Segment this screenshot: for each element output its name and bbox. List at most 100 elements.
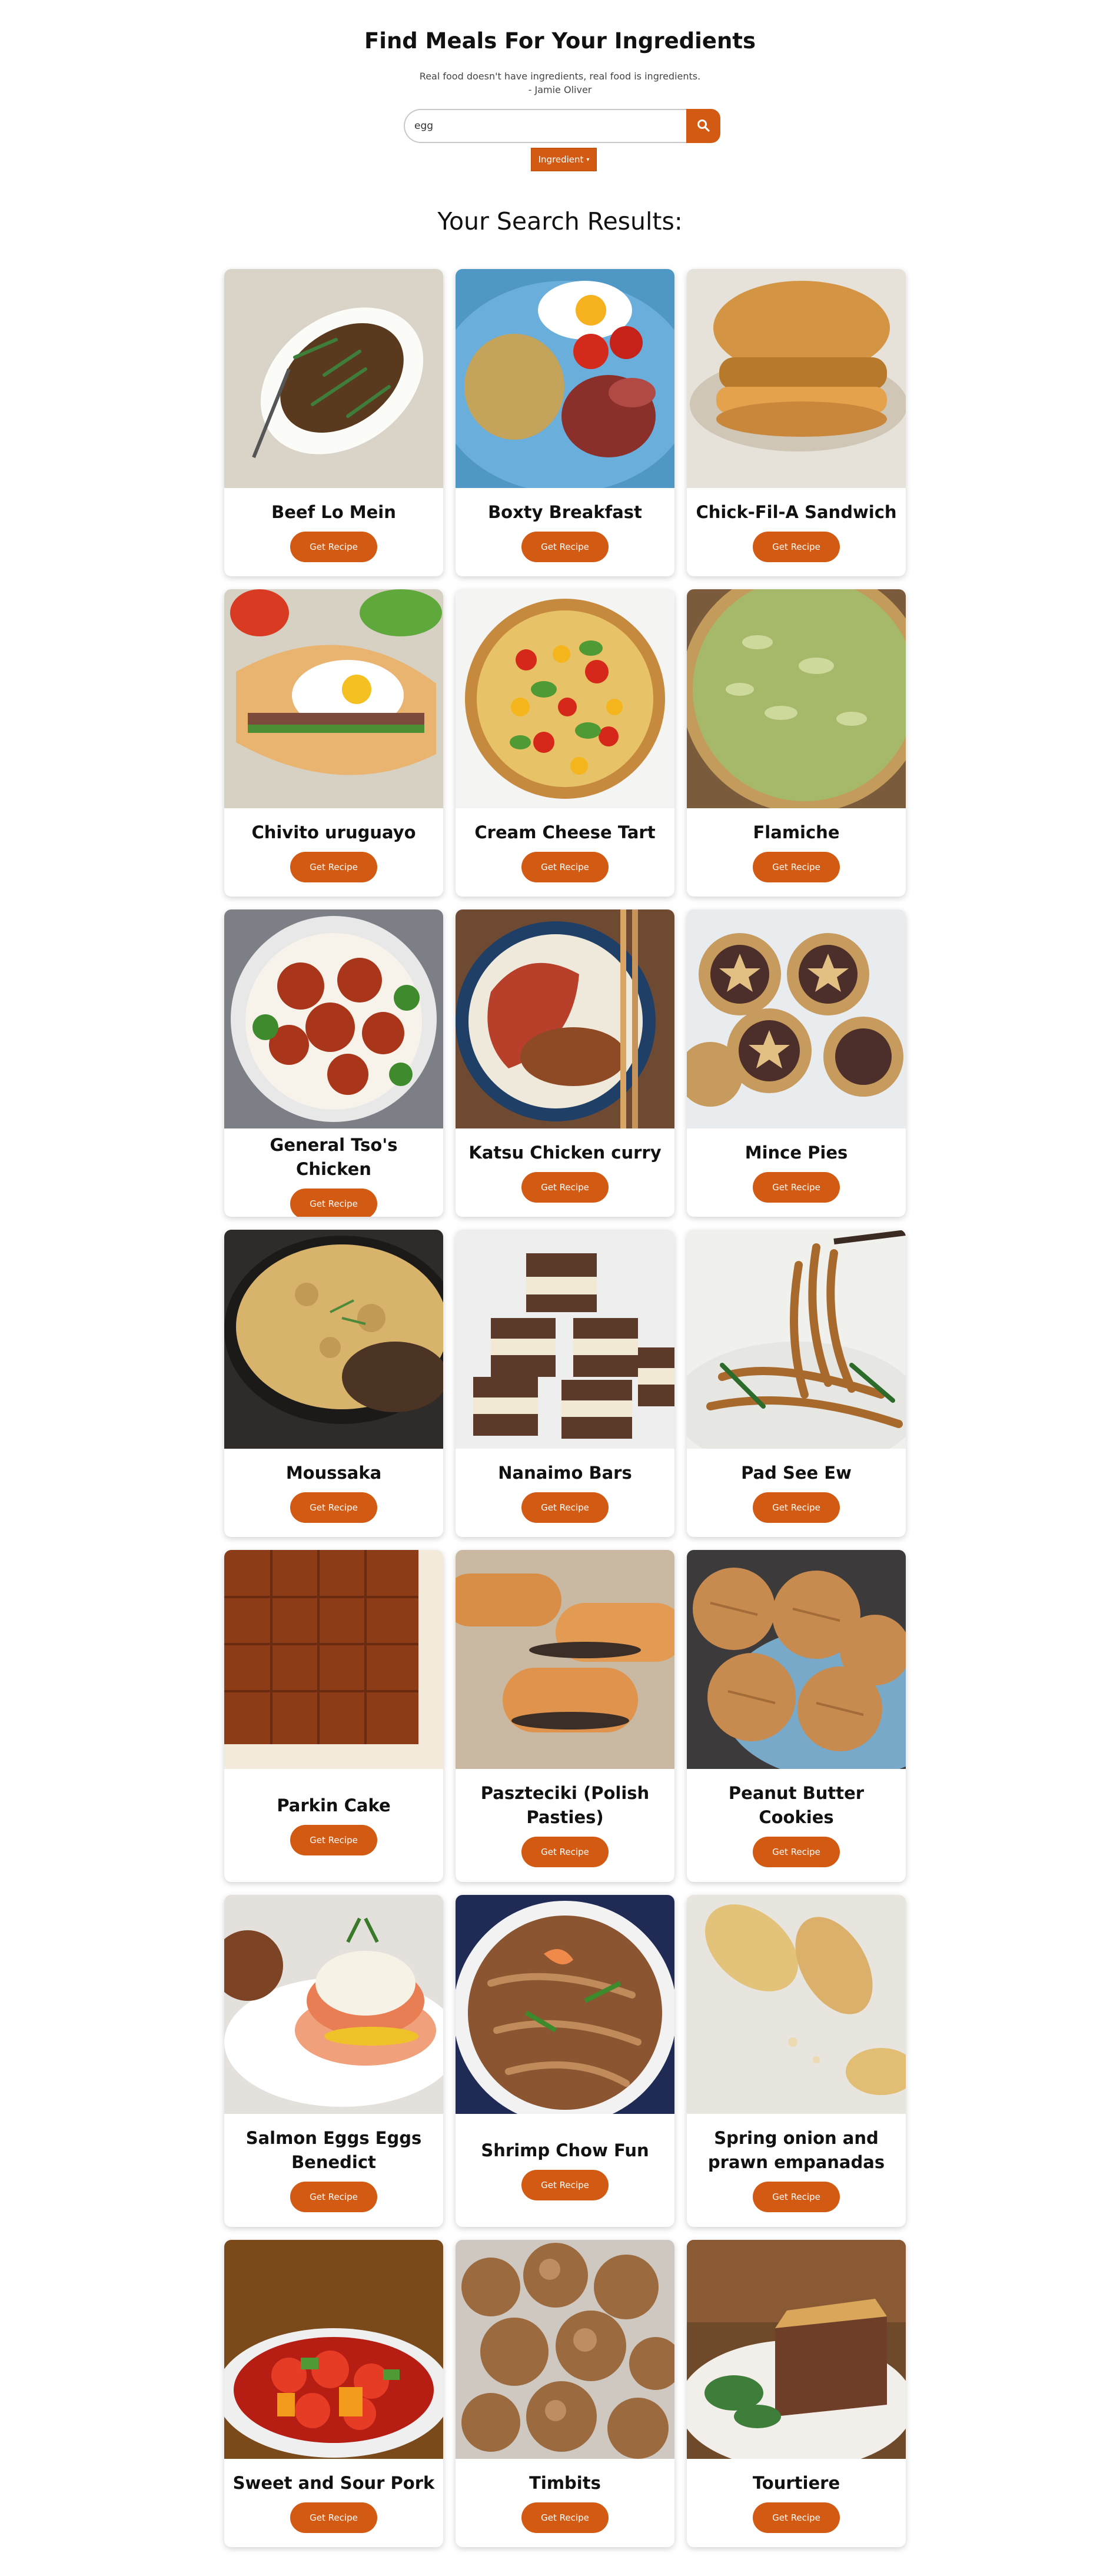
get-recipe-button[interactable]: Get Recipe (290, 1824, 377, 1855)
recipe-title: Chick-Fil-A Sandwich (696, 502, 897, 522)
recipe-title: Boxty Breakfast (488, 502, 642, 522)
search-icon (696, 118, 710, 134)
recipe-title: Katsu Chicken curry (468, 1142, 662, 1163)
recipe-title: Chivito uruguayo (251, 822, 416, 842)
results-row: Moussaka Get Recipe Nanaimo Bars Get Recip… (224, 1230, 906, 1537)
recipe-card: Chick-Fil-A Sandwich Get Recipe (687, 269, 906, 576)
recipe-card: Spring onion and prawn empanadas Get Reci… (687, 1895, 906, 2227)
chivito-uruguayo-photo (224, 589, 443, 808)
get-recipe-button[interactable]: Get Recipe (521, 1492, 609, 1523)
recipe-card: Cream Cheese Tart Get Recipe (456, 589, 674, 897)
recipe-card-body: Paszteciki (Polish Pasties) Get Recipe (456, 1769, 674, 1882)
get-recipe-button[interactable]: Get Recipe (521, 531, 609, 562)
recipe-card: Peanut Butter Cookies Get Recipe (687, 1550, 906, 1882)
recipe-card: Sweet and Sour Pork Get Recipe (224, 2240, 443, 2547)
recipe-card-body: Spring onion and prawn empanadas Get Reci… (687, 2114, 906, 2227)
get-recipe-button[interactable]: Get Recipe (753, 1837, 840, 1867)
recipe-title: General Tso's Chicken (270, 1135, 398, 1179)
sweet-and-sour-pork-photo (224, 2240, 443, 2459)
get-recipe-button[interactable]: Get Recipe (521, 2502, 609, 2533)
tourtiere-photo (687, 2240, 906, 2459)
paszteciki-photo (456, 1550, 674, 1769)
quote-text: Real food doesn't have ingredients, real… (419, 71, 701, 82)
moussaka-photo (224, 1230, 443, 1449)
get-recipe-button[interactable]: Get Recipe (753, 1171, 840, 1203)
timbits-photo (456, 2240, 674, 2459)
spring-onion-prawn-empanadas-photo (687, 1895, 906, 2114)
recipe-title: Paszteciki (Polish Pasties) (480, 1783, 650, 1827)
recipe-card: Nanaimo Bars Get Recipe (456, 1230, 674, 1537)
recipe-card-body: Chivito uruguayo Get Recipe (224, 808, 443, 897)
general-tsos-chicken-photo (224, 909, 443, 1128)
get-recipe-button[interactable]: Get Recipe (753, 2182, 840, 2212)
results-row: Chivito uruguayo Get Recipe Cream Cheese … (224, 589, 906, 897)
recipe-title: Mince Pies (745, 1142, 848, 1163)
recipe-card: Katsu Chicken curry Get Recipe (456, 909, 674, 1217)
get-recipe-button[interactable]: Get Recipe (290, 531, 377, 562)
recipe-title: Tourtiere (752, 2472, 840, 2493)
recipe-title: Sweet and Sour Pork (232, 2472, 435, 2493)
recipe-card-body: Shrimp Chow Fun Get Recipe (456, 2114, 674, 2227)
page-title: Find Meals For Your Ingredients (364, 28, 756, 54)
chevron-down-icon: ▾ (586, 156, 590, 163)
get-recipe-button[interactable]: Get Recipe (290, 1189, 377, 1217)
recipe-card-body: Chick-Fil-A Sandwich Get Recipe (687, 488, 906, 576)
get-recipe-button[interactable]: Get Recipe (290, 2182, 377, 2212)
get-recipe-button[interactable]: Get Recipe (753, 851, 840, 882)
results-row: Beef Lo Mein Get Recipe Boxty Breakfast Ge… (224, 269, 906, 576)
recipe-card-body: Salmon Eggs Eggs Benedict Get Recipe (224, 2114, 443, 2227)
results-heading: Your Search Results: (437, 207, 683, 235)
peanut-butter-cookies-photo (687, 1550, 906, 1769)
results-row: Parkin Cake Get Recipe Paszteciki (Polish… (224, 1550, 906, 1882)
recipe-card: Chivito uruguayo Get Recipe (224, 589, 443, 897)
recipe-card: Shrimp Chow Fun Get Recipe (456, 1895, 674, 2227)
filter-select[interactable]: Ingredient ▾ (531, 148, 597, 171)
recipe-title: Beef Lo Mein (271, 502, 396, 522)
recipe-card-body: Sweet and Sour Pork Get Recipe (224, 2459, 443, 2547)
search-input[interactable] (404, 109, 689, 143)
get-recipe-button[interactable]: Get Recipe (290, 2502, 377, 2533)
recipe-card-body: Timbits Get Recipe (456, 2459, 674, 2547)
get-recipe-button[interactable]: Get Recipe (521, 851, 609, 882)
recipe-card: Timbits Get Recipe (456, 2240, 674, 2547)
recipe-title: Shrimp Chow Fun (481, 2140, 649, 2160)
recipe-card-body: Peanut Butter Cookies Get Recipe (687, 1769, 906, 1882)
get-recipe-button[interactable]: Get Recipe (753, 1492, 840, 1523)
get-recipe-button[interactable]: Get Recipe (290, 851, 377, 882)
recipe-card: Pad See Ew Get Recipe (687, 1230, 906, 1537)
filter-select-value: Ingredient (538, 154, 584, 165)
boxty-breakfast-photo (456, 269, 674, 488)
recipe-card-body: Cream Cheese Tart Get Recipe (456, 808, 674, 897)
recipe-title: Timbits (529, 2472, 601, 2493)
get-recipe-button[interactable]: Get Recipe (521, 2169, 609, 2200)
quote-author: - Jamie Oliver (528, 84, 592, 95)
recipe-title: Moussaka (285, 1462, 382, 1483)
recipe-card-body: Flamiche Get Recipe (687, 808, 906, 897)
get-recipe-button[interactable]: Get Recipe (753, 2502, 840, 2533)
get-recipe-button[interactable]: Get Recipe (753, 531, 840, 562)
results-row: Sweet and Sour Pork Get Recipe Timbits Get… (224, 2240, 906, 2547)
recipe-card: Flamiche Get Recipe (687, 589, 906, 897)
get-recipe-button[interactable]: Get Recipe (521, 1171, 609, 1203)
quote: Real food doesn't have ingredients, real… (0, 69, 1120, 97)
recipe-card: Salmon Eggs Eggs Benedict Get Recipe (224, 1895, 443, 2227)
recipe-card: General Tso's Chicken Get Recipe (224, 909, 443, 1217)
beef-lo-mein-photo (224, 269, 443, 488)
recipe-card-body: Beef Lo Mein Get Recipe (224, 488, 443, 576)
get-recipe-button[interactable]: Get Recipe (290, 1492, 377, 1523)
recipe-title: Salmon Eggs Eggs Benedict (245, 2128, 422, 2172)
recipe-card: Mince Pies Get Recipe (687, 909, 906, 1217)
katsu-chicken-curry-photo (456, 909, 674, 1128)
recipe-card: Moussaka Get Recipe (224, 1230, 443, 1537)
chick-fil-a-sandwich-photo (687, 269, 906, 488)
recipe-title: Spring onion and prawn empanadas (707, 2128, 885, 2172)
get-recipe-button[interactable]: Get Recipe (521, 1837, 609, 1867)
nanaimo-bars-photo (456, 1230, 674, 1449)
recipe-card-body: Nanaimo Bars Get Recipe (456, 1449, 674, 1537)
recipe-title: Peanut Butter Cookies (728, 1783, 865, 1827)
recipe-card-body: Moussaka Get Recipe (224, 1449, 443, 1537)
search-button[interactable] (686, 109, 720, 143)
recipe-card: Boxty Breakfast Get Recipe (456, 269, 674, 576)
pad-see-ew-photo (687, 1230, 906, 1449)
recipe-title: Nanaimo Bars (498, 1462, 632, 1483)
